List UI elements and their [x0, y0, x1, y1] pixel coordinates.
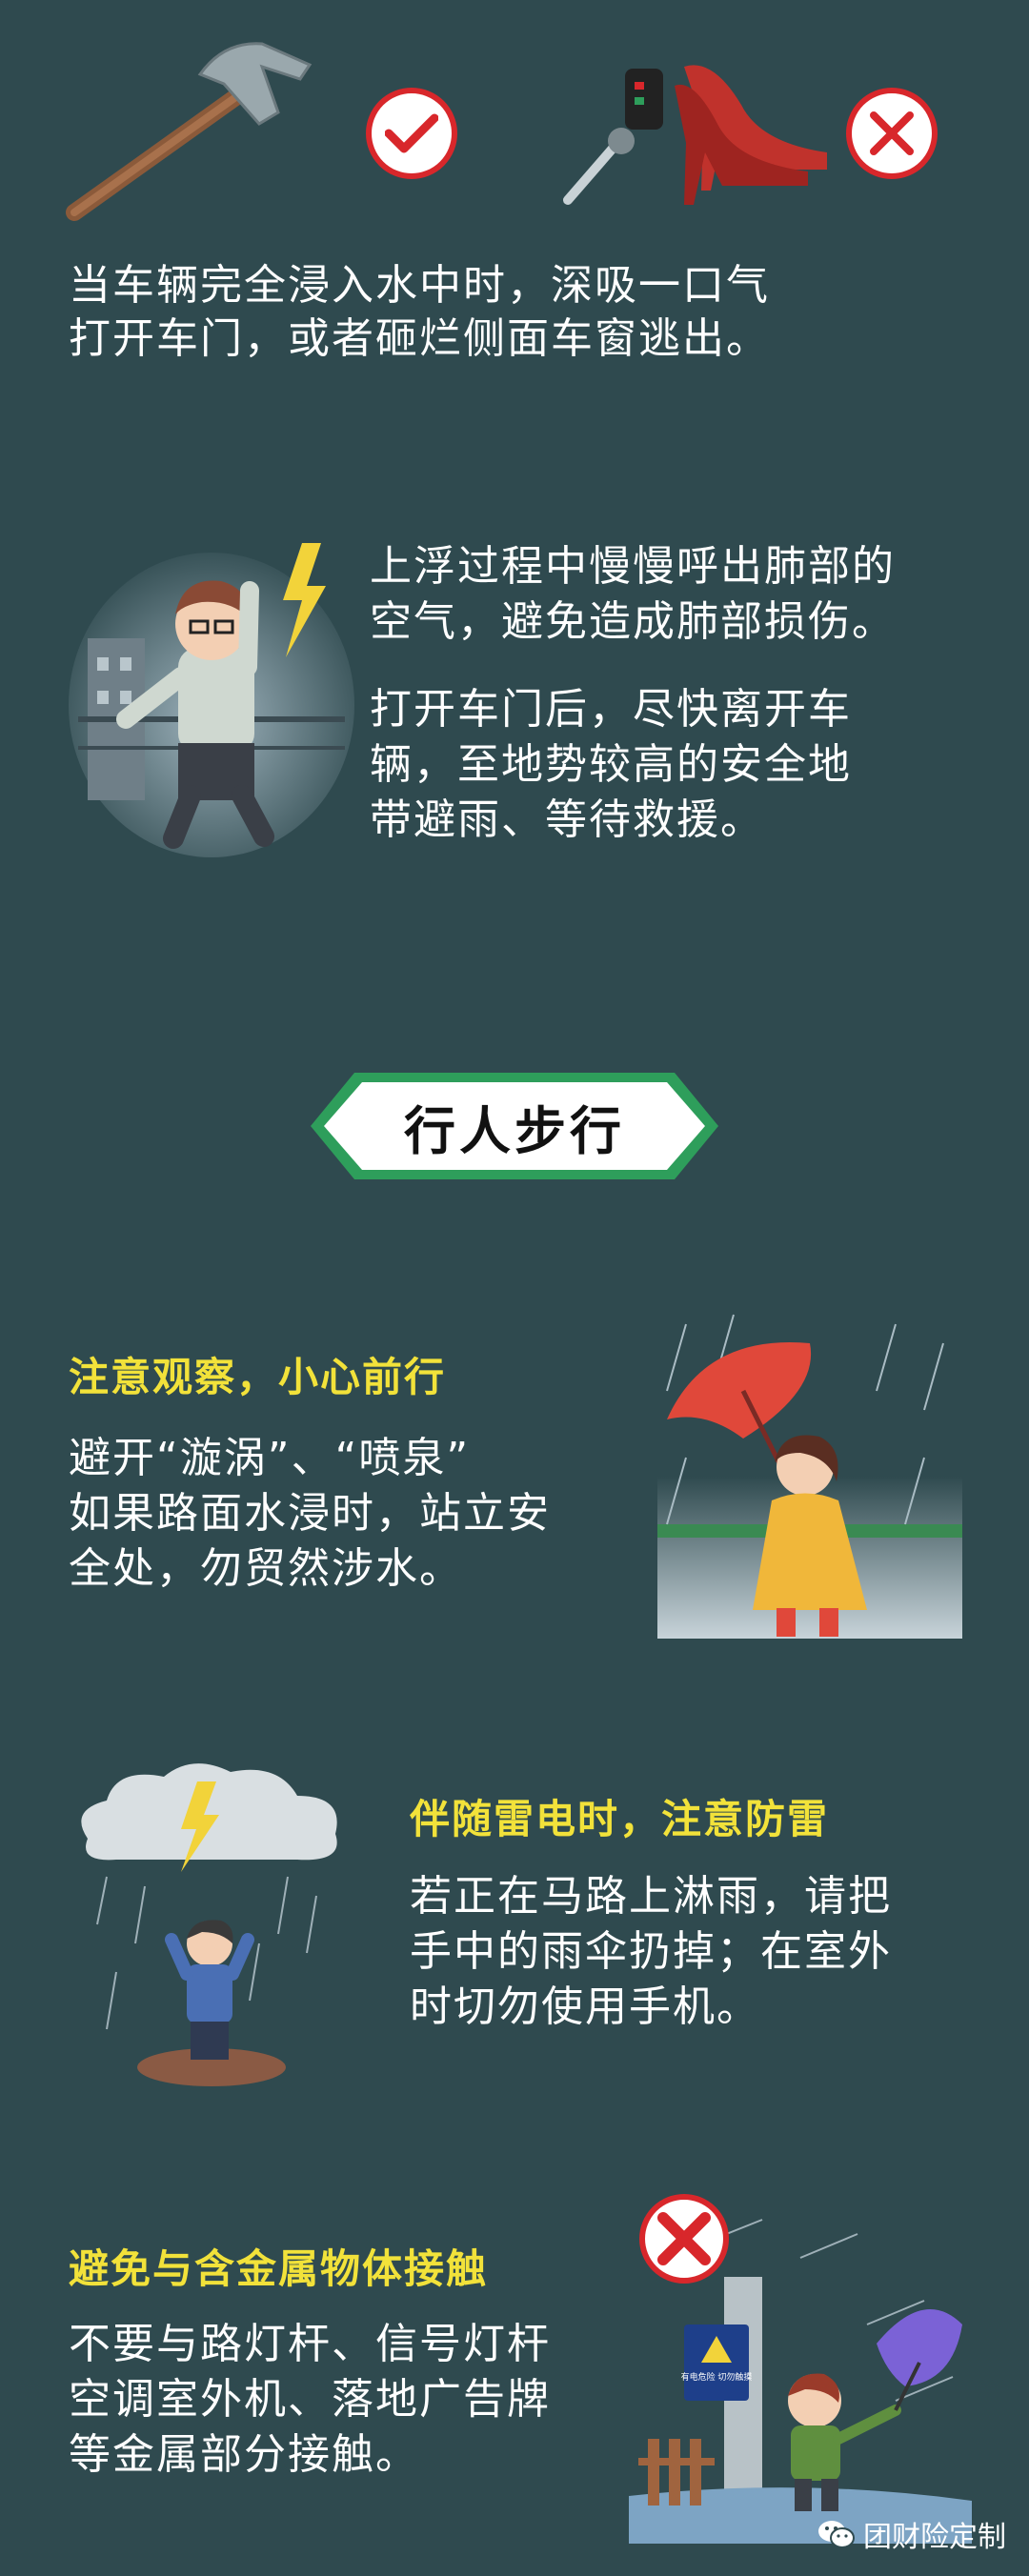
- section3-line: 如果路面水浸时，站立安: [69, 1489, 551, 1538]
- section2-line: 空气，避免造成肺部损伤。: [370, 597, 896, 646]
- section2-line: 打开车门后，尽快离开车: [370, 685, 852, 734]
- section5-line: 不要与路灯杆、信号灯杆: [69, 2320, 551, 2368]
- section3-line: 避开“漩涡”、“喷泉”: [69, 1434, 471, 1482]
- key-and-heels-illustration: [551, 48, 837, 219]
- thunderstorm-boy-illustration: [69, 1753, 354, 2096]
- watermark: 团财险定制: [817, 2513, 1006, 2555]
- frightened-man-illustration: [69, 533, 354, 857]
- section2-line: 带避雨、等待救援。: [370, 795, 764, 844]
- section4-line: 若正在马路上淋雨，请把: [410, 1872, 892, 1921]
- warning-sign-text: 有电危险 切勿触摸: [681, 2371, 753, 2383]
- section5-text: 不要与路灯杆、信号灯杆 空调室外机、落地广告牌 等金属部分接触。: [69, 2317, 659, 2483]
- section3-heading: 注意观察，小心前行: [69, 1354, 447, 1400]
- section3-line: 全处，勿贸然涉水。: [69, 1544, 463, 1593]
- section1-line: 打开车门，或者砸烂侧面车窗逃出。: [69, 314, 770, 363]
- section4-heading: 伴随雷电时，注意防雷: [410, 1796, 830, 1842]
- section-title: 行人步行: [404, 1100, 625, 1161]
- section4-text: 若正在马路上淋雨，请把 手中的雨伞扔掉；在室外 时切勿使用手机。: [410, 1869, 1000, 2035]
- section-title-pill: 行人步行: [307, 1069, 722, 1183]
- umbrella-girl-illustration: [648, 1305, 972, 1648]
- wechat-icon: [818, 2521, 855, 2548]
- section5-line: 等金属部分接触。: [69, 2430, 419, 2479]
- metal-pole-warning-illustration: 有电危险 切勿触摸: [610, 2182, 991, 2544]
- section2-text: 上浮过程中慢慢呼出肺部的 空气，避免造成肺部损伤。 打开车门后，尽快离开车 辆，…: [370, 539, 979, 848]
- watermark-text: 团财险定制: [863, 2521, 1006, 2554]
- section1-line: 当车辆完全浸入水中时，深吸一口气: [69, 261, 770, 310]
- section5-line: 空调室外机、落地广告牌: [69, 2375, 551, 2424]
- section5-heading: 避免与含金属物体接触: [69, 2245, 489, 2292]
- cross-icon: [870, 111, 914, 155]
- cross-badge: [846, 88, 938, 179]
- section4-line: 手中的雨伞扔掉；在室外: [410, 1927, 892, 1976]
- section3-text: 避开“漩涡”、“喷泉” 如果路面水浸时，站立安 全处，勿贸然涉水。: [69, 1431, 659, 1597]
- check-badge: [366, 88, 457, 179]
- section1-text: 当车辆完全浸入水中时，深吸一口气 打开车门，或者砸烂侧面车窗逃出。: [69, 259, 983, 366]
- hammer-illustration: [57, 36, 314, 227]
- section2-line: 上浮过程中慢慢呼出肺部的: [370, 542, 896, 591]
- section4-line: 时切勿使用手机。: [410, 1982, 760, 2031]
- checkmark-icon: [385, 113, 438, 153]
- section2-line: 辆，至地势较高的安全地: [370, 740, 852, 789]
